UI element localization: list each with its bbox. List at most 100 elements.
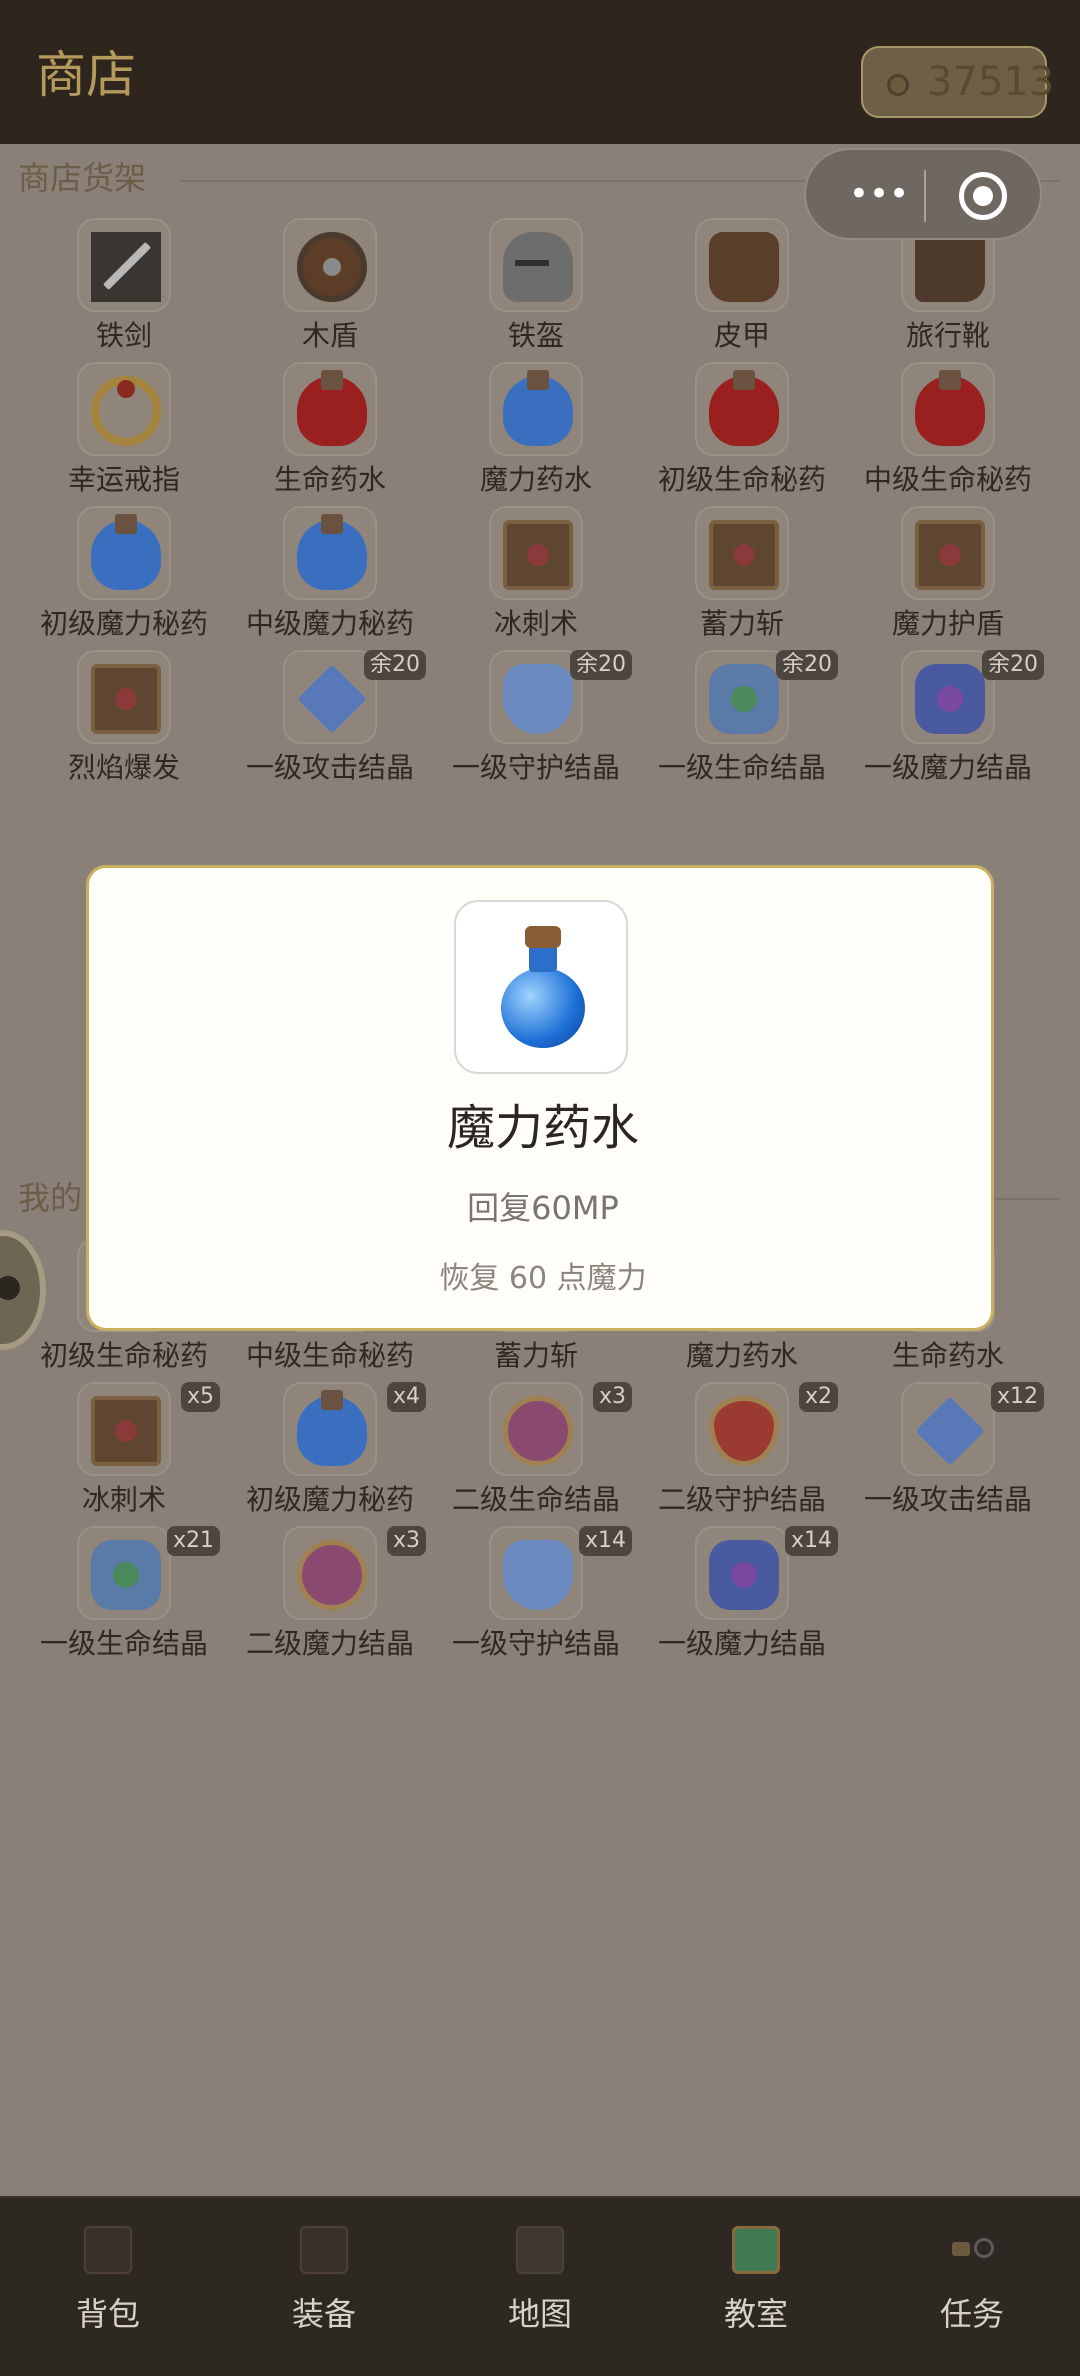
coin-balance: 37513 bbox=[861, 46, 1054, 118]
item-label: 铁盔 bbox=[507, 319, 564, 352]
shop-item[interactable]: 余20 一级守护结晶 bbox=[436, 650, 636, 790]
top-bar: 商店 37513 bbox=[0, 0, 1080, 144]
item-icon-frame bbox=[283, 1526, 377, 1620]
mana-crystal-icon bbox=[915, 664, 985, 734]
inventory-item[interactable]: x3 二级魔力结晶 bbox=[230, 1526, 430, 1666]
shop-item[interactable]: 冰刺术 bbox=[436, 506, 636, 646]
inventory-item[interactable]: x4 初级魔力秘药 bbox=[230, 1382, 430, 1522]
shop-item[interactable]: 余20 一级生命结晶 bbox=[642, 650, 842, 790]
close-target-icon[interactable] bbox=[959, 172, 1007, 220]
item-icon-frame bbox=[901, 362, 995, 456]
item-label: 初级生命秘药 bbox=[657, 463, 826, 496]
item-label: 魔力护盾 bbox=[891, 607, 1004, 640]
blue-potion-icon bbox=[501, 926, 585, 1052]
item-icon-frame bbox=[489, 1526, 583, 1620]
item-icon-frame bbox=[283, 362, 377, 456]
shop-item[interactable]: 生命药水 bbox=[230, 362, 430, 502]
item-icon-frame bbox=[901, 1382, 995, 1476]
item-label: 冰刺术 bbox=[81, 1483, 166, 1516]
item-count-badge: x5 bbox=[180, 1382, 220, 1412]
inventory-item[interactable]: x2 二级守护结晶 bbox=[642, 1382, 842, 1522]
inventory-item[interactable]: x5 冰刺术 bbox=[24, 1382, 224, 1522]
shop-item[interactable]: 铁盔 bbox=[436, 218, 636, 358]
spellbook-icon bbox=[91, 664, 161, 734]
map-icon bbox=[516, 2226, 564, 2274]
guard-crystal-icon bbox=[503, 664, 573, 734]
item-icon-frame bbox=[489, 506, 583, 600]
item-icon-frame bbox=[489, 650, 583, 744]
shop-item[interactable]: 木盾 bbox=[230, 218, 430, 358]
item-label: 皮甲 bbox=[713, 319, 770, 352]
ring-icon bbox=[91, 376, 161, 446]
item-count-badge: x21 bbox=[166, 1526, 220, 1556]
shop-item[interactable]: 初级魔力秘药 bbox=[24, 506, 224, 646]
spellbook-icon bbox=[91, 1396, 161, 1466]
red-potion-icon bbox=[297, 370, 367, 446]
blue-potion-icon bbox=[297, 514, 367, 590]
miniprogram-capsule: ••• bbox=[804, 148, 1042, 240]
item-label: 中级魔力秘药 bbox=[245, 607, 414, 640]
attack-crystal-icon bbox=[297, 664, 367, 734]
nav-tab-0[interactable]: 背包 bbox=[0, 2198, 216, 2376]
item-icon-frame bbox=[283, 218, 377, 312]
more-menu-icon[interactable]: ••• bbox=[836, 174, 922, 214]
item-icon-frame bbox=[695, 650, 789, 744]
item-detail-modal[interactable]: 魔力药水 回复60MP 恢复 60 点魔力 bbox=[86, 865, 994, 1331]
nav-tab-4[interactable]: 任务 bbox=[864, 2198, 1080, 2376]
item-icon-frame bbox=[77, 1526, 171, 1620]
shop-item[interactable]: 皮甲 bbox=[642, 218, 842, 358]
item-count-badge: x3 bbox=[386, 1526, 426, 1556]
item-icon-frame bbox=[283, 650, 377, 744]
mana-emblem-icon bbox=[297, 1540, 367, 1610]
red-potion-icon bbox=[709, 370, 779, 446]
item-label: 一级魔力结晶 bbox=[657, 1627, 826, 1660]
inventory-item[interactable]: x12 一级攻击结晶 bbox=[848, 1382, 1048, 1522]
shop-item[interactable]: 铁剑 bbox=[24, 218, 224, 358]
item-icon-frame bbox=[489, 1382, 583, 1476]
item-label: 一级魔力结晶 bbox=[863, 751, 1032, 784]
modal-item-description: 恢复 60 点魔力 bbox=[439, 1261, 647, 1296]
inventory-item[interactable]: x14 一级守护结晶 bbox=[436, 1526, 636, 1666]
item-label: 初级魔力秘药 bbox=[39, 607, 208, 640]
nav-tab-label: 任务 bbox=[939, 2295, 1004, 2333]
nav-tab-2[interactable]: 地图 bbox=[432, 2198, 648, 2376]
shop-item[interactable]: 蓄力斩 bbox=[642, 506, 842, 646]
item-icon-frame bbox=[695, 506, 789, 600]
item-icon-frame bbox=[695, 218, 789, 312]
shop-item[interactable]: 中级生命秘药 bbox=[848, 362, 1048, 502]
mana-crystal-icon bbox=[709, 1540, 779, 1610]
nav-tab-1[interactable]: 装备 bbox=[216, 2198, 432, 2376]
nav-tab-3[interactable]: 教室 bbox=[648, 2198, 864, 2376]
item-count-badge: x4 bbox=[386, 1382, 426, 1412]
shop-item[interactable]: 中级魔力秘药 bbox=[230, 506, 430, 646]
shop-item[interactable]: 烈焰爆发 bbox=[24, 650, 224, 790]
item-label: 初级生命秘药 bbox=[39, 1339, 208, 1372]
shop-item[interactable]: 魔力药水 bbox=[436, 362, 636, 502]
item-label: 初级魔力秘药 bbox=[245, 1483, 414, 1516]
item-count-badge: x3 bbox=[592, 1382, 632, 1412]
inventory-item[interactable]: x21 一级生命结晶 bbox=[24, 1526, 224, 1666]
page-title: 商店 bbox=[36, 46, 136, 104]
item-count-badge: 余20 bbox=[982, 650, 1044, 680]
bag-icon bbox=[84, 2226, 132, 2274]
item-icon-frame bbox=[77, 650, 171, 744]
item-count-badge: 余20 bbox=[364, 650, 426, 680]
red-potion-icon bbox=[915, 370, 985, 446]
shop-item[interactable]: 余20 一级攻击结晶 bbox=[230, 650, 430, 790]
capsule-divider bbox=[924, 170, 926, 222]
item-label: 蓄力斩 bbox=[493, 1339, 578, 1372]
nav-tab-label: 教室 bbox=[723, 2295, 788, 2333]
shop-item[interactable]: 幸运戒指 bbox=[24, 362, 224, 502]
item-label: 幸运戒指 bbox=[67, 463, 180, 496]
bottom-navigation: 背包 装备 地图 教室 任务 bbox=[0, 2196, 1080, 2376]
shop-item[interactable]: 余20 一级魔力结晶 bbox=[848, 650, 1048, 790]
item-label: 一级生命结晶 bbox=[657, 751, 826, 784]
item-icon-frame bbox=[901, 650, 995, 744]
item-label: 中级生命秘药 bbox=[245, 1339, 414, 1372]
shop-item[interactable]: 初级生命秘药 bbox=[642, 362, 842, 502]
inventory-item[interactable]: x3 二级生命结晶 bbox=[436, 1382, 636, 1522]
item-icon-frame bbox=[695, 1382, 789, 1476]
inventory-item[interactable]: x14 一级魔力结晶 bbox=[642, 1526, 842, 1666]
item-label: 生命药水 bbox=[273, 463, 386, 496]
shop-item[interactable]: 魔力护盾 bbox=[848, 506, 1048, 646]
